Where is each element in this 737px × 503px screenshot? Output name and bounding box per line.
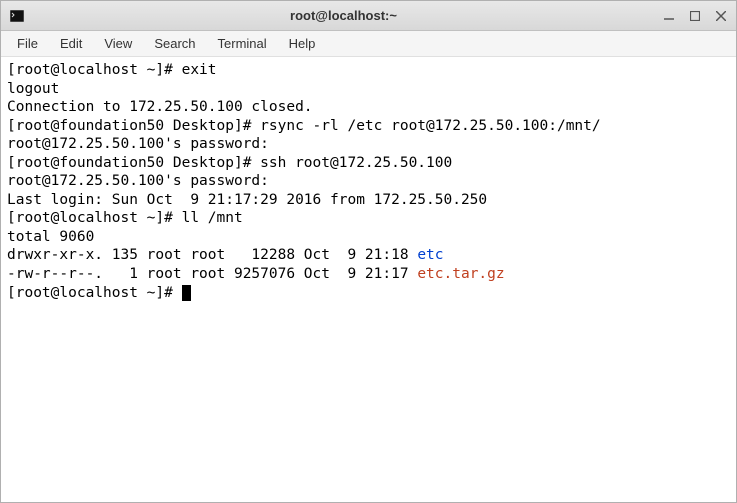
minimize-button[interactable]	[662, 9, 676, 23]
terminal-line: [root@localhost ~]# exit	[7, 62, 217, 78]
window-controls	[662, 9, 728, 23]
terminal-prompt: [root@localhost ~]#	[7, 285, 182, 301]
terminal-window: root@localhost:~ File Edit View Search T…	[0, 0, 737, 503]
directory-name: etc	[417, 247, 443, 263]
menu-view[interactable]: View	[94, 33, 142, 54]
menubar: File Edit View Search Terminal Help	[1, 31, 736, 57]
terminal-line: Connection to 172.25.50.100 closed.	[7, 99, 313, 115]
terminal-line: Last login: Sun Oct 9 21:17:29 2016 from…	[7, 192, 487, 208]
terminal-line: root@172.25.50.100's password:	[7, 173, 278, 189]
terminal-line: -rw-r--r--. 1 root root 9257076 Oct 9 21…	[7, 266, 417, 282]
menu-edit[interactable]: Edit	[50, 33, 92, 54]
terminal-line: [root@foundation50 Desktop]# rsync -rl /…	[7, 118, 601, 134]
terminal-line: logout	[7, 81, 59, 97]
menu-terminal[interactable]: Terminal	[208, 33, 277, 54]
menu-help[interactable]: Help	[279, 33, 326, 54]
window-title: root@localhost:~	[25, 8, 662, 23]
terminal-line: [root@localhost ~]# ll /mnt	[7, 210, 243, 226]
terminal-content[interactable]: [root@localhost ~]# exit logout Connecti…	[1, 57, 736, 502]
terminal-icon	[9, 8, 25, 24]
cursor	[182, 285, 191, 301]
terminal-line: total 9060	[7, 229, 94, 245]
maximize-button[interactable]	[688, 9, 702, 23]
terminal-line: drwxr-xr-x. 135 root root 12288 Oct 9 21…	[7, 247, 417, 263]
terminal-line: root@172.25.50.100's password:	[7, 136, 278, 152]
menu-search[interactable]: Search	[144, 33, 205, 54]
terminal-line: [root@foundation50 Desktop]# ssh root@17…	[7, 155, 452, 171]
archive-name: etc.tar.gz	[417, 266, 504, 282]
close-button[interactable]	[714, 9, 728, 23]
menu-file[interactable]: File	[7, 33, 48, 54]
titlebar[interactable]: root@localhost:~	[1, 1, 736, 31]
